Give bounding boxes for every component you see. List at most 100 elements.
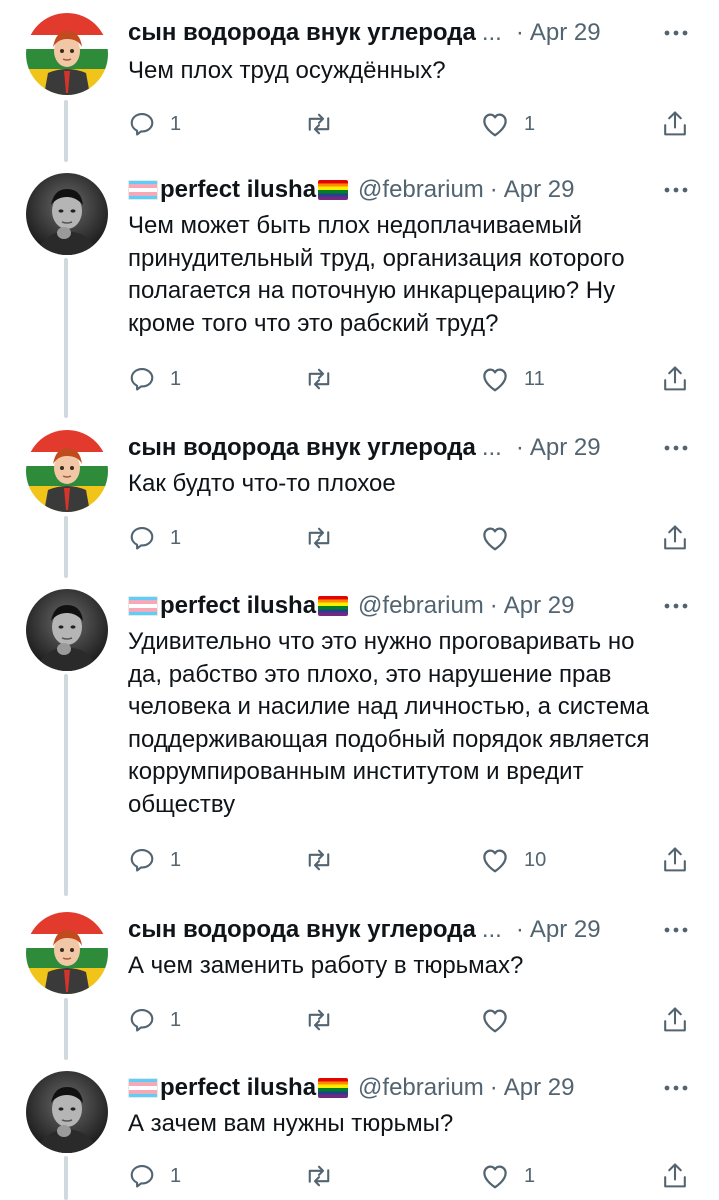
share-button[interactable] — [661, 521, 689, 555]
like-button[interactable]: 1 — [480, 107, 535, 141]
more-horizontal-icon[interactable] — [661, 433, 691, 463]
retweet-icon — [308, 849, 330, 871]
tweet-text: А чем заменить работу в тюрьмах? — [128, 950, 691, 983]
share-button[interactable] — [661, 1159, 689, 1193]
reply-count: 1 — [170, 367, 182, 390]
reply-bubble-icon — [130, 1009, 154, 1032]
reply-bubble-icon — [130, 1165, 154, 1188]
bw-photo-child-avatar-icon — [26, 173, 108, 255]
reply-button[interactable]: 1 — [128, 843, 181, 877]
like-button[interactable] — [480, 1003, 524, 1037]
author-name-wrap[interactable]: perfect ilusha — [128, 592, 349, 620]
bw-photo-child-avatar-icon — [26, 589, 108, 671]
tweet-text-line: полагается на поточную инкарцерацию? Ну — [128, 277, 616, 304]
more-horizontal-icon[interactable] — [661, 915, 691, 945]
retweet-button[interactable] — [304, 1003, 348, 1037]
thread-connector-line — [64, 516, 68, 578]
share-upload-icon — [664, 366, 686, 391]
reply-button[interactable]: 1 — [128, 1003, 181, 1037]
tweet-date[interactable]: Apr 29 — [504, 1074, 575, 1102]
heart-icon — [483, 527, 507, 551]
reply-count: 1 — [170, 1164, 182, 1187]
share-upload-icon — [664, 847, 686, 872]
avatar[interactable] — [26, 430, 108, 512]
reply-bubble-icon — [130, 113, 154, 136]
share-button[interactable] — [661, 843, 689, 877]
retweet-button[interactable] — [304, 843, 348, 877]
heart-icon — [483, 1009, 507, 1033]
tweet-date[interactable]: Apr 29 — [530, 434, 601, 462]
avatar[interactable] — [26, 173, 108, 255]
more-horizontal-icon[interactable] — [661, 18, 691, 48]
separator-dot: · — [489, 592, 498, 619]
author-name[interactable]: сын водорода внук углерода — [128, 916, 476, 944]
share-button[interactable] — [661, 1003, 689, 1037]
more-horizontal-icon[interactable] — [661, 591, 691, 621]
thread-connector-line — [64, 674, 68, 896]
share-button[interactable] — [661, 362, 689, 396]
author-name-wrap[interactable]: perfect ilusha — [128, 1074, 349, 1102]
retweet-button[interactable] — [304, 1159, 348, 1193]
avatar[interactable] — [26, 912, 108, 994]
like-count: 10 — [524, 848, 547, 871]
tweet-text-line: А чем заменить работу в тюрьмах? — [128, 952, 524, 979]
like-count: 1 — [524, 112, 536, 135]
bw-photo-child-avatar-icon — [26, 1071, 108, 1153]
author-handle[interactable]: @febrarium — [358, 176, 484, 204]
like-button[interactable]: 1 — [480, 1159, 535, 1193]
like-button[interactable]: 10 — [480, 843, 546, 877]
separator-dot: · — [515, 916, 524, 943]
like-button[interactable]: 11 — [480, 362, 545, 396]
author-name[interactable]: сын водорода внук углерода — [128, 434, 476, 462]
retweet-icon — [308, 1165, 330, 1187]
tweet-date[interactable]: Apr 29 — [504, 176, 575, 204]
tweet-text: Удивительно что это нужно проговаривать … — [128, 626, 691, 821]
like-button[interactable] — [480, 521, 524, 555]
tweet-header: сын водорода внук углерода ... · Apr 29 — [128, 910, 691, 950]
author-name-wrap[interactable]: perfect ilusha — [128, 176, 349, 204]
reply-bubble-icon — [130, 527, 154, 550]
author-handle[interactable]: @febrarium — [358, 1074, 484, 1102]
retweet-button[interactable] — [304, 362, 348, 396]
transgender-flag-emoji-icon — [128, 596, 158, 616]
name-truncation-ellipsis: ... — [481, 434, 502, 461]
tweet-date[interactable]: Apr 29 — [530, 19, 601, 47]
reply-button[interactable]: 1 — [128, 521, 181, 555]
avatar[interactable] — [26, 1071, 108, 1153]
reply-button[interactable]: 1 — [128, 107, 181, 141]
thread-connector-line — [64, 1156, 68, 1200]
author-name: perfect ilusha — [160, 1074, 317, 1101]
reply-bubble-icon — [130, 368, 154, 391]
retweet-button[interactable] — [304, 521, 348, 555]
tweet-date[interactable]: Apr 29 — [530, 916, 601, 944]
author-handle[interactable]: @febrarium — [358, 592, 484, 620]
tweet-header: perfect ilusha @febrarium · Apr 29 — [128, 586, 691, 626]
tweet-header: сын водорода внук углерода ... · Apr 29 — [128, 428, 691, 468]
retweet-icon — [308, 368, 330, 390]
separator-dot: · — [489, 176, 498, 203]
more-horizontal-icon[interactable] — [661, 175, 691, 205]
tweet-text-line: коррумпированным институтом и вредит — [128, 758, 584, 785]
reply-button[interactable]: 1 — [128, 362, 181, 396]
tweet-header: perfect ilusha @febrarium · Apr 29 — [128, 170, 691, 210]
transgender-flag-emoji-icon — [128, 180, 158, 200]
tweet-text-line: Чем плох труд осуждённых? — [128, 57, 446, 84]
heart-icon — [483, 1165, 507, 1189]
tweet-text-line: кроме того что это рабский труд? — [128, 309, 499, 337]
more-horizontal-icon[interactable] — [661, 1073, 691, 1103]
tweet-text-line: принудительный труд, организация которог… — [128, 244, 625, 272]
avatar[interactable] — [26, 589, 108, 671]
avatar[interactable] — [26, 13, 108, 95]
author-name[interactable]: сын водорода внук углерода — [128, 19, 476, 47]
reply-button[interactable]: 1 — [128, 1159, 181, 1193]
share-button[interactable] — [661, 107, 689, 141]
tweet-text: Чем может быть плох недоплачиваемый прин… — [128, 210, 691, 340]
separator-dot: · — [515, 19, 524, 46]
heart-icon — [483, 113, 507, 137]
rainbow-flag-emoji-icon — [318, 596, 349, 616]
tweet-date[interactable]: Apr 29 — [504, 592, 575, 620]
tweet-text-line: Как будто что-то плохое — [128, 470, 396, 497]
tweet-header: сын водорода внук углерода ... · Apr 29 — [128, 13, 691, 53]
tweet-text-line: А зачем вам нужны тюрьмы? — [128, 1110, 454, 1137]
retweet-button[interactable] — [304, 107, 348, 141]
